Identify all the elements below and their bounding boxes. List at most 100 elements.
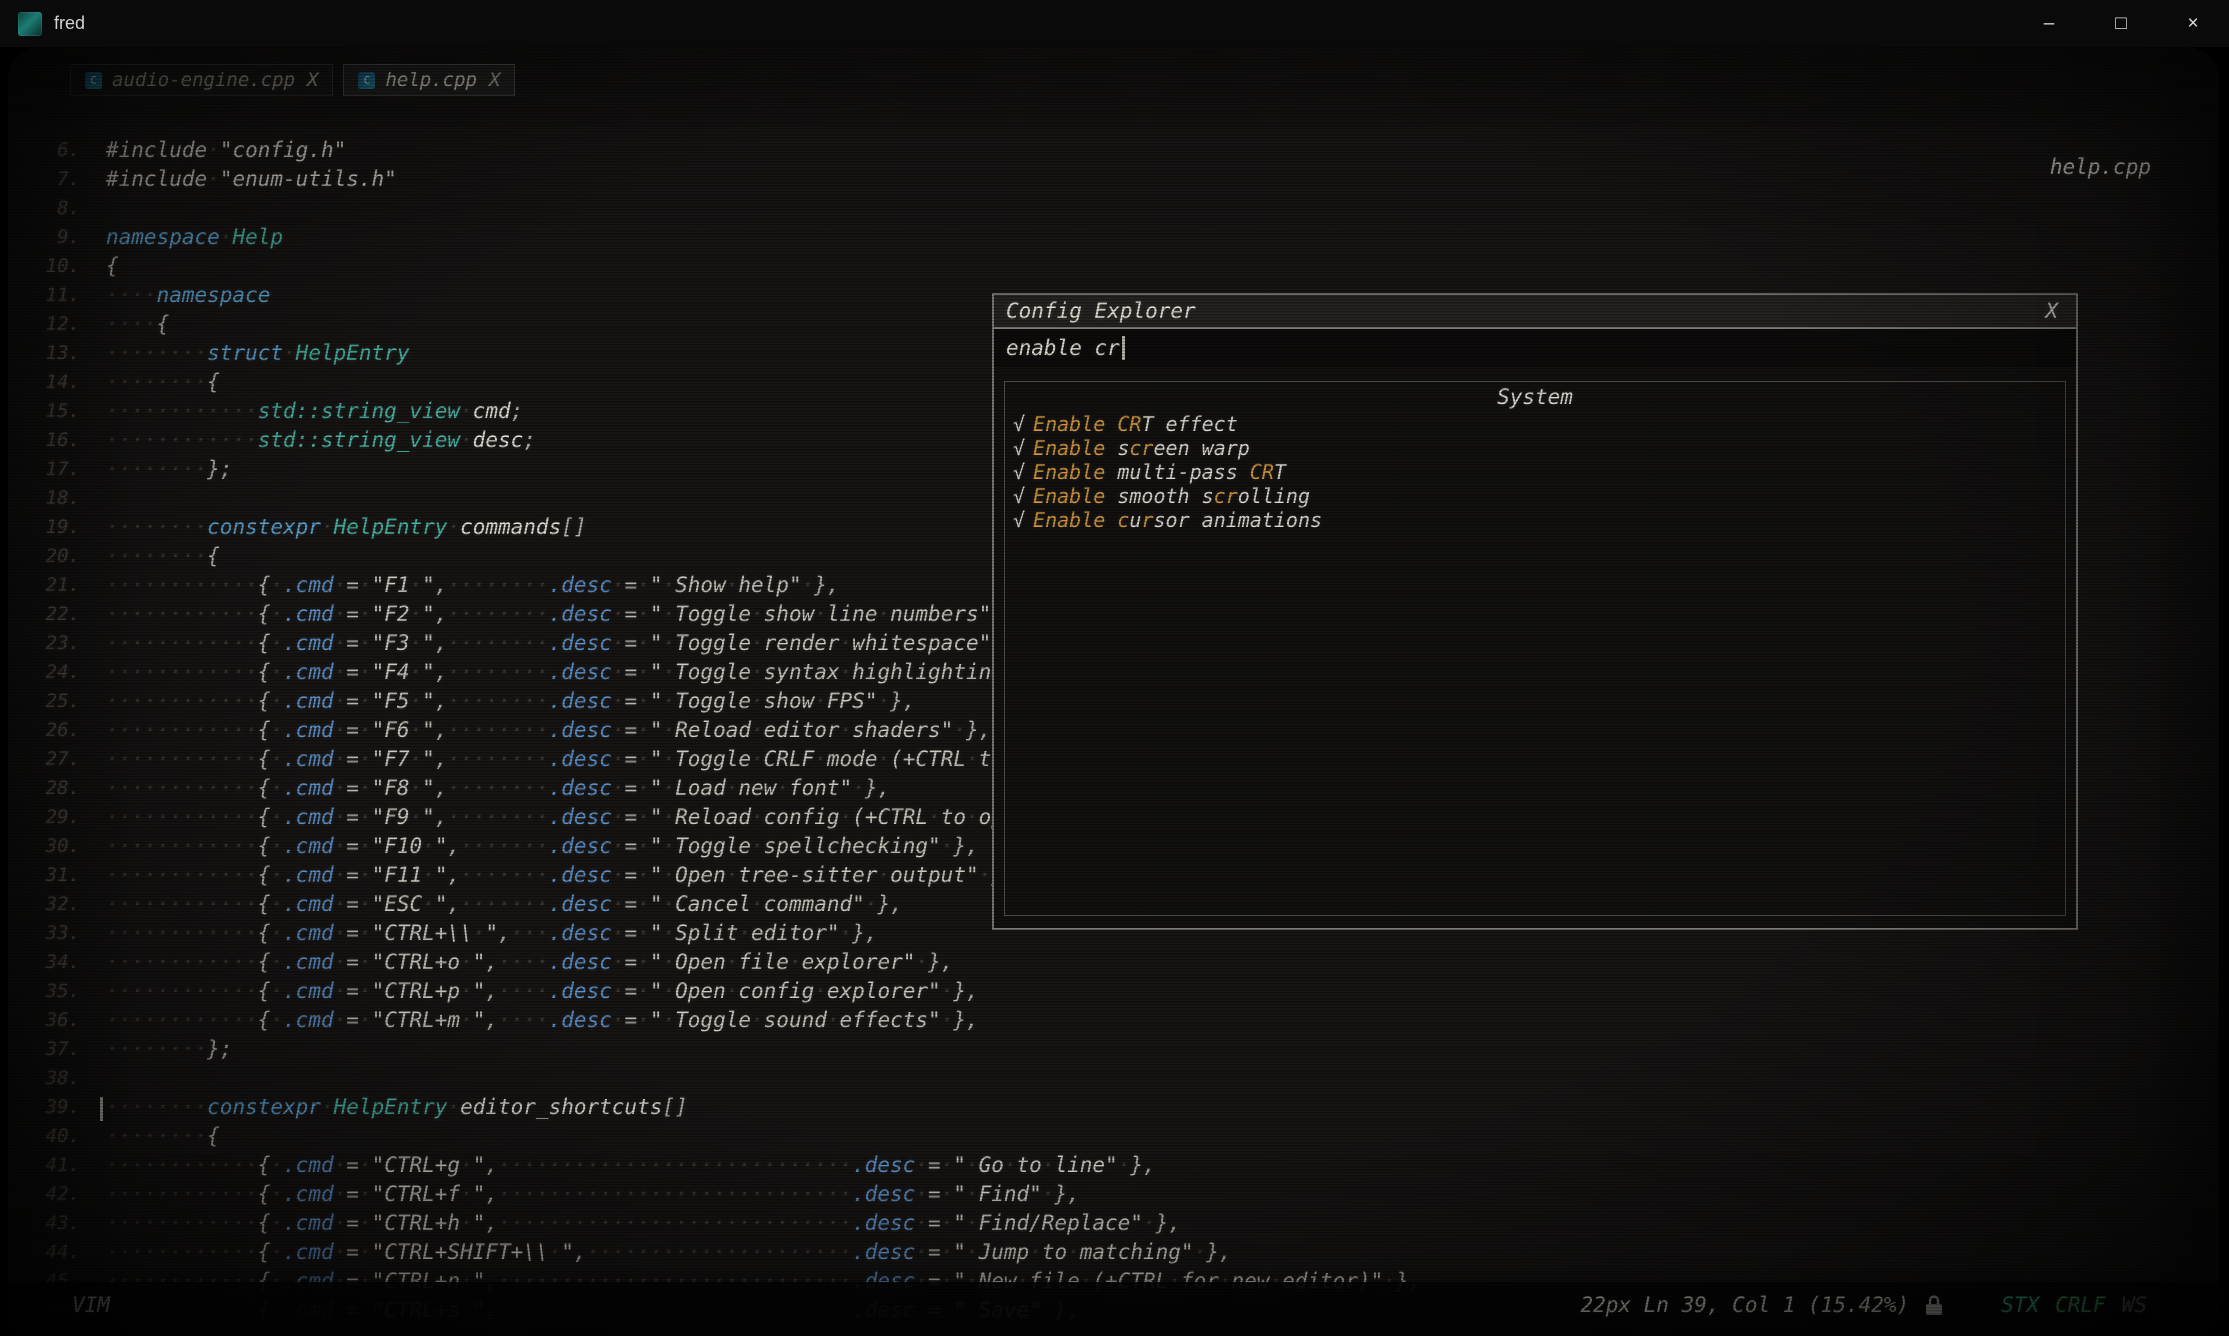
cpp-file-icon: C bbox=[85, 72, 102, 89]
line-content: ············{·.cmd·=·"F1·",········.desc… bbox=[106, 573, 840, 597]
line-number: 22. bbox=[8, 603, 80, 625]
line-number: 14. bbox=[8, 371, 80, 393]
line-content: ············{·.cmd·=·"CTRL+SHIFT+\\·",··… bbox=[106, 1240, 1232, 1264]
line-number: 15. bbox=[8, 400, 80, 422]
config-item-list: √Enable CRT effect√Enable screen warp√En… bbox=[1005, 412, 2065, 532]
maximize-button[interactable]: □ bbox=[2085, 0, 2157, 47]
close-button[interactable]: × bbox=[2157, 0, 2229, 47]
line-number: 40. bbox=[8, 1125, 80, 1147]
line-content: ········}; bbox=[106, 1037, 232, 1061]
code-line[interactable]: 42. ············{·.cmd·=·"CTRL+f·",······… bbox=[8, 1179, 2219, 1208]
line-content: ········constexpr·HelpEntry·commands[] bbox=[106, 515, 587, 539]
line-number: 12. bbox=[8, 313, 80, 335]
config-option[interactable]: √Enable CRT effect bbox=[1005, 412, 2065, 436]
config-explorer-close-button[interactable]: X bbox=[2039, 299, 2064, 323]
line-content: ········struct·HelpEntry bbox=[106, 341, 409, 365]
tab-help.cpp[interactable]: Chelp.cppX bbox=[343, 64, 515, 96]
config-search-query: enable cr bbox=[1006, 336, 1120, 360]
editor-screen: Caudio-engine.cppXChelp.cppX help.cpp 6.… bbox=[8, 47, 2219, 1336]
code-line[interactable]: 39.········constexpr·HelpEntry·editor_sh… bbox=[8, 1092, 2219, 1121]
code-line[interactable]: 44. ············{·.cmd·=·"CTRL+SHIFT+\\·"… bbox=[8, 1237, 2219, 1266]
line-content: ············{·.cmd·=·"CTRL+f·",·········… bbox=[106, 1182, 1080, 1206]
config-explorer-dialog: Config Explorer X enable cr System √Enab… bbox=[992, 293, 2078, 930]
line-content: ············std::string_view·desc; bbox=[106, 428, 536, 452]
vim-mode-indicator: VIM bbox=[72, 1293, 110, 1317]
line-number: 20. bbox=[8, 545, 80, 567]
line-number: 25. bbox=[8, 690, 80, 712]
line-content: ············{·.cmd·=·"F7·",········.desc… bbox=[106, 747, 1143, 771]
line-content: ············{·.cmd·=·"F6·",········.desc… bbox=[106, 718, 991, 742]
line-number: 18. bbox=[8, 487, 80, 509]
config-option[interactable]: √Enable multi-pass CRT bbox=[1005, 460, 2065, 484]
line-content: ············{·.cmd·=·"F2·",········.desc… bbox=[106, 602, 1029, 626]
tab-audio-engine.cpp[interactable]: Caudio-engine.cpp X bbox=[70, 64, 333, 96]
config-option[interactable]: √Enable screen warp bbox=[1005, 436, 2065, 460]
checkbox-checked-icon[interactable]: √ bbox=[1013, 508, 1025, 532]
line-number: 27. bbox=[8, 748, 80, 770]
config-results-panel: System √Enable CRT effect√Enable screen … bbox=[1004, 381, 2066, 916]
tab-close-icon[interactable]: X bbox=[489, 69, 500, 91]
line-content: ········{ bbox=[106, 370, 220, 394]
code-line[interactable]: 10.{ bbox=[8, 251, 2219, 280]
line-content: ············{·.cmd·=·"CTRL+h·",·········… bbox=[106, 1211, 1181, 1235]
line-content: ············{·.cmd·=·"F11·",·······.desc… bbox=[106, 863, 1017, 887]
checkbox-checked-icon[interactable]: √ bbox=[1013, 412, 1025, 436]
line-number: 44. bbox=[8, 1241, 80, 1263]
line-number: 24. bbox=[8, 661, 80, 683]
line-number: 42. bbox=[8, 1183, 80, 1205]
line-number: 8. bbox=[8, 197, 80, 219]
checkbox-checked-icon[interactable]: √ bbox=[1013, 460, 1025, 484]
line-content: ············{·.cmd·=·"F8·",········.desc… bbox=[106, 776, 890, 800]
minimize-button[interactable]: – bbox=[2013, 0, 2085, 47]
code-line[interactable]: 36.············{·.cmd·=·"CTRL+m·",····.d… bbox=[8, 1005, 2219, 1034]
tab-close-icon[interactable]: X bbox=[307, 69, 318, 91]
code-line[interactable]: 40.········{ bbox=[8, 1121, 2219, 1150]
text-cursor bbox=[1122, 336, 1125, 360]
line-content: ············{·.cmd·=·"CTRL+o·",····.desc… bbox=[106, 950, 953, 974]
code-line[interactable]: 34.············{·.cmd·=·"CTRL+o·",····.d… bbox=[8, 947, 2219, 976]
line-number: 38. bbox=[8, 1067, 80, 1089]
config-explorer-titlebar: Config Explorer X bbox=[994, 295, 2076, 329]
tab-label: audio-engine.cpp bbox=[112, 69, 295, 91]
code-line[interactable]: 38. bbox=[8, 1063, 2219, 1092]
line-number: 9. bbox=[8, 226, 80, 248]
window-controls: – □ × bbox=[2013, 0, 2229, 47]
line-content: ············{·.cmd·=·"CTRL+g·",·········… bbox=[106, 1153, 1156, 1177]
line-number: 29. bbox=[8, 806, 80, 828]
config-option[interactable]: √Enable smooth scrolling bbox=[1005, 484, 2065, 508]
tab-bar: Caudio-engine.cppXChelp.cppX bbox=[70, 64, 515, 96]
config-option[interactable]: √Enable cursor animations bbox=[1005, 508, 2065, 532]
line-content: ········}; bbox=[106, 457, 232, 481]
line-content: ············{·.cmd·=·"CTRL+\\·",···.desc… bbox=[106, 921, 877, 945]
code-line[interactable]: 43.············{·.cmd·=·"CTRL+h·",······… bbox=[8, 1208, 2219, 1237]
code-line[interactable]: 35.············{·.cmd·=·"CTRL+p·",····.d… bbox=[8, 976, 2219, 1005]
code-line[interactable]: 41.············{·.cmd·=·"CTRL+g·",······… bbox=[8, 1150, 2219, 1179]
line-number: 31. bbox=[8, 864, 80, 886]
window-titlebar: fred – □ × bbox=[0, 0, 2229, 47]
config-search-input[interactable]: enable cr bbox=[994, 329, 2076, 367]
line-number: 32. bbox=[8, 893, 80, 915]
code-line[interactable]: 8. bbox=[8, 193, 2219, 222]
line-number: 21. bbox=[8, 574, 80, 596]
config-section-header: System bbox=[1005, 382, 2065, 412]
checkbox-checked-icon[interactable]: √ bbox=[1013, 484, 1025, 508]
code-line[interactable]: 6.#include·"config.h" bbox=[8, 135, 2219, 164]
line-number: 16. bbox=[8, 429, 80, 451]
code-line[interactable]: 7.#include·"enum-utils.h" bbox=[8, 164, 2219, 193]
line-content: ············{·.cmd·=·"F10·",·······.desc… bbox=[106, 834, 979, 858]
line-content: ············std::string_view·cmd; bbox=[106, 399, 523, 423]
line-number: 36. bbox=[8, 1009, 80, 1031]
line-number: 7. bbox=[8, 168, 80, 190]
editor-cursor bbox=[100, 1097, 103, 1121]
status-flag-ws: WS bbox=[2122, 1293, 2147, 1317]
line-number: 28. bbox=[8, 777, 80, 799]
config-explorer-title: Config Explorer bbox=[1006, 299, 1196, 323]
code-line[interactable]: 9. namespace·Help bbox=[8, 222, 2219, 251]
line-content: ········constexpr·HelpEntry·editor_short… bbox=[106, 1095, 688, 1119]
status-flags: STXCRLFWS bbox=[2001, 1293, 2147, 1317]
app-icon bbox=[18, 12, 42, 36]
line-content: namespace·Help bbox=[106, 225, 283, 249]
checkbox-checked-icon[interactable]: √ bbox=[1013, 436, 1025, 460]
line-number: 17. bbox=[8, 458, 80, 480]
code-line[interactable]: 37.········}; bbox=[8, 1034, 2219, 1063]
